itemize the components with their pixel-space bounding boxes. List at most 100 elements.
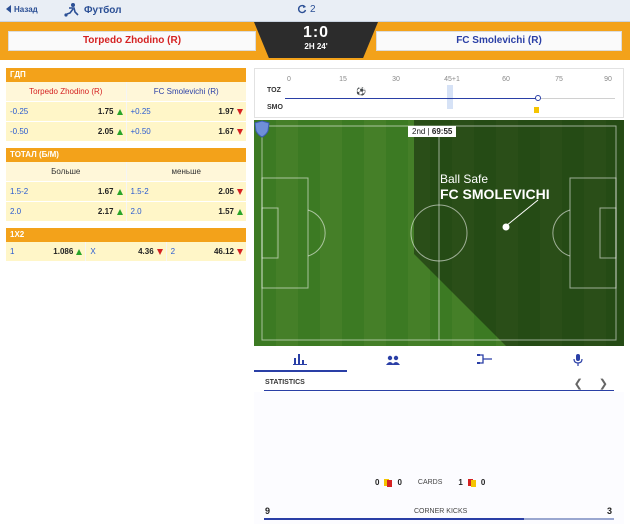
odds-button[interactable]: 2.0 1.57: [125, 202, 247, 221]
odds-value: 1.97: [218, 107, 234, 116]
odds-up-icon: [76, 249, 83, 255]
odds-button[interactable]: +0.50 1.67: [125, 122, 247, 141]
statistics-title: STATISTICS: [265, 379, 305, 386]
outcome-label: X: [90, 247, 96, 256]
current-time-marker: [535, 95, 541, 101]
away-team-code: SMO: [267, 104, 283, 111]
odds-button[interactable]: +0.25 1.97: [125, 102, 247, 121]
match-score: 1:0: [302, 24, 330, 41]
column-header-home: Torpedo Zhodino (R): [29, 87, 103, 96]
line-value: +0.50: [130, 127, 151, 136]
back-button[interactable]: Назад: [6, 5, 38, 14]
column-header-over: Больше: [51, 167, 81, 176]
event-timeline: 0 15 30 45+1 60 75 90 TOZ SMO ⚽: [254, 68, 624, 118]
divider: [264, 390, 614, 391]
away-corners: 3: [606, 506, 612, 516]
odds-up-icon: [116, 209, 123, 215]
odds-button[interactable]: 1.5-2 2.05: [125, 182, 247, 201]
bracket-icon: [477, 354, 493, 364]
line-value: -0.50: [10, 127, 29, 136]
event-label: Ball Safe: [440, 172, 489, 186]
sport-label: Футбол: [84, 5, 122, 16]
cards-label: CARDS: [417, 479, 443, 486]
odds-up-icon: [116, 189, 123, 195]
match-tracker: 0 15 30 45+1 60 75 90 TOZ SMO ⚽ 2nd | 69…: [254, 68, 624, 524]
prev-arrow-icon[interactable]: ❮: [574, 378, 583, 390]
timeline-tick: 60: [502, 76, 510, 83]
home-team-name: Torpedo Zhodino (R): [8, 31, 256, 51]
tab-standings[interactable]: [439, 348, 532, 372]
odds-button[interactable]: -0.50 2.05: [6, 122, 126, 141]
refresh-count: 2: [310, 4, 316, 15]
odds-value: 1.67: [97, 187, 114, 196]
tab-lineups[interactable]: [347, 348, 440, 372]
home-corners-bar: [264, 518, 524, 520]
odds-down-icon: [237, 109, 243, 115]
players-icon: [385, 355, 400, 365]
odds-button[interactable]: 2 46.12: [165, 242, 246, 261]
home-yellow-count: 0: [375, 478, 380, 487]
line-value: 2.0: [10, 207, 22, 216]
pitch-clock: 2nd | 69:55: [408, 126, 457, 137]
odds-value: 2.17: [97, 207, 114, 216]
odds-button[interactable]: X 4.36: [85, 242, 165, 261]
betting-markets: ГДП Torpedo Zhodino (R) FC Smolevichi (R…: [6, 68, 246, 262]
odds-up-icon: [116, 109, 123, 115]
odds-up-icon: [237, 209, 243, 215]
odds-value: 1.75: [97, 107, 114, 116]
line-value: 1.5-2: [130, 187, 149, 196]
sport-title: Футбол: [64, 3, 122, 17]
yellow-red-card-icon: [384, 478, 393, 487]
timeline-tick: 30: [392, 76, 400, 83]
market-header-row: Torpedo Zhodino (R) FC Smolevichi (R): [6, 82, 246, 102]
corner-kicks-stat: 9 CORNER KICKS 3: [254, 506, 624, 524]
odds-button[interactable]: -0.25 1.75: [6, 102, 126, 121]
odds-down-icon: [237, 189, 243, 195]
odds-up-icon: [116, 129, 123, 135]
market-header-row: Больше меньше: [6, 162, 246, 182]
timeline-tick: 15: [339, 76, 347, 83]
odds-value: 4.36: [138, 247, 154, 256]
odds-button[interactable]: 1.5-2 1.67: [6, 182, 126, 201]
line-value: 2.0: [130, 207, 142, 216]
refresh-button[interactable]: 2: [297, 4, 316, 15]
odds-button[interactable]: 1 1.086: [6, 242, 85, 261]
statistics-panel: 0 0 CARDS 1 0: [254, 392, 624, 524]
market-row: -0.50 2.05 +0.50 1.67: [6, 122, 246, 142]
next-arrow-icon[interactable]: ❯: [599, 378, 608, 390]
home-team-code: TOZ: [267, 87, 281, 94]
refresh-icon: [297, 4, 307, 14]
back-label: Назад: [14, 5, 38, 14]
away-red-count: 0: [480, 478, 486, 487]
ball-position-marker: [502, 223, 510, 231]
statistics-header: STATISTICS ❮ ❯: [254, 374, 624, 391]
stats-pager: ❮ ❯: [558, 377, 608, 390]
market-row: 1.5-2 1.67 1.5-2 2.05: [6, 182, 246, 202]
odds-value: 2.05: [97, 127, 114, 136]
outcome-label: 1: [10, 247, 15, 256]
odds-down-icon: [237, 129, 243, 135]
column-header-under: меньше: [125, 162, 247, 181]
away-corners-bar: [524, 518, 614, 520]
line-value: -0.25: [10, 107, 29, 116]
market-row: 1 1.086 X 4.36 2 46.12: [6, 242, 246, 262]
match-clock: 2H 24': [304, 42, 328, 51]
home-red-count: 0: [397, 478, 402, 487]
away-yellow-count: 1: [458, 478, 463, 487]
odds-value: 1.57: [218, 207, 234, 216]
bar-chart-icon: [293, 354, 308, 365]
timeline-tick: 45+1: [444, 76, 460, 83]
tab-statistics[interactable]: [254, 348, 347, 372]
line-value: +0.25: [130, 107, 151, 116]
timeline-tick: 0: [287, 76, 291, 83]
away-team-name: FC Smolevichi (R): [376, 31, 622, 51]
halftime-marker: [447, 85, 453, 109]
pitch-period: 2nd: [412, 127, 426, 136]
home-corners: 9: [265, 506, 271, 516]
odds-value: 46.12: [213, 247, 234, 256]
odds-button[interactable]: 2.0 2.17: [6, 202, 126, 221]
tab-commentary[interactable]: [532, 348, 625, 372]
odds-down-icon: [236, 249, 243, 255]
back-arrow-icon: [6, 5, 11, 13]
pitch-lines: [261, 120, 624, 346]
